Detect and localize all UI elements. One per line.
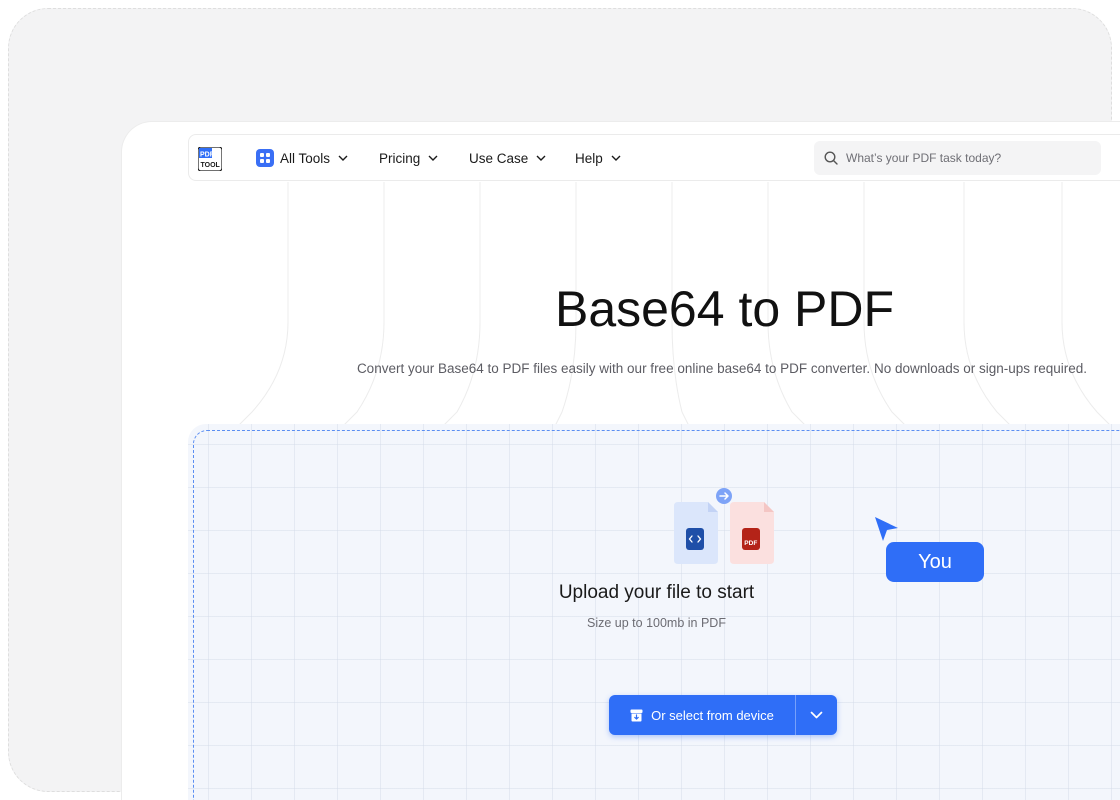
collaborator-cursor-icon <box>875 517 898 541</box>
select-from-device-label: Or select from device <box>651 707 774 723</box>
chevron-down-icon <box>338 155 348 161</box>
nav-help[interactable]: Help <box>575 148 621 168</box>
upload-heading: Upload your file to start <box>558 582 755 603</box>
nav-all-tools-label: All Tools <box>280 150 331 166</box>
search-icon <box>824 151 838 165</box>
nav-pricing[interactable]: Pricing <box>379 148 438 168</box>
select-from-device-button[interactable]: Or select from device <box>609 695 837 735</box>
conversion-illustration: PDF <box>674 488 774 564</box>
top-navbar: PDF TOOL All Tools Pricing Use Case Help… <box>188 134 1120 181</box>
download-box-icon <box>630 709 643 721</box>
browser-viewport: PDF TOOL All Tools Pricing Use Case Help… <box>122 122 1120 800</box>
page-subtitle: Convert your Base64 to PDF files easily … <box>356 361 1088 376</box>
upload-size-note: Size up to 100mb in PDF <box>587 616 726 630</box>
nav-pricing-label: Pricing <box>379 150 421 166</box>
code-file-icon <box>674 502 718 564</box>
grid-apps-icon <box>256 149 274 167</box>
upload-dropzone[interactable] <box>188 424 1120 800</box>
search-bar[interactable] <box>814 141 1101 175</box>
nav-all-tools[interactable]: All Tools <box>256 148 348 168</box>
svg-text:TOOL: TOOL <box>201 162 221 169</box>
arrow-right-icon <box>716 488 732 504</box>
chevron-down-icon <box>611 155 621 161</box>
chevron-down-icon <box>428 155 438 161</box>
nav-help-label: Help <box>575 150 603 166</box>
pdf-tool-logo[interactable]: PDF TOOL <box>198 147 222 171</box>
svg-text:PDF: PDF <box>744 540 757 547</box>
nav-use-case[interactable]: Use Case <box>469 148 546 168</box>
chevron-down-icon <box>536 155 546 161</box>
dropzone-dashed-border <box>193 430 1120 800</box>
nav-use-case-label: Use Case <box>469 150 529 166</box>
select-from-device-main[interactable]: Or select from device <box>609 695 796 735</box>
chevron-down-icon <box>810 711 823 719</box>
page-title: Base64 to PDF <box>554 281 895 337</box>
select-source-dropdown[interactable] <box>796 695 837 735</box>
collaborator-label: You <box>886 542 984 582</box>
pdf-file-icon: PDF <box>730 502 774 564</box>
search-input[interactable] <box>846 151 1086 165</box>
svg-text:PDF: PDF <box>200 152 215 159</box>
